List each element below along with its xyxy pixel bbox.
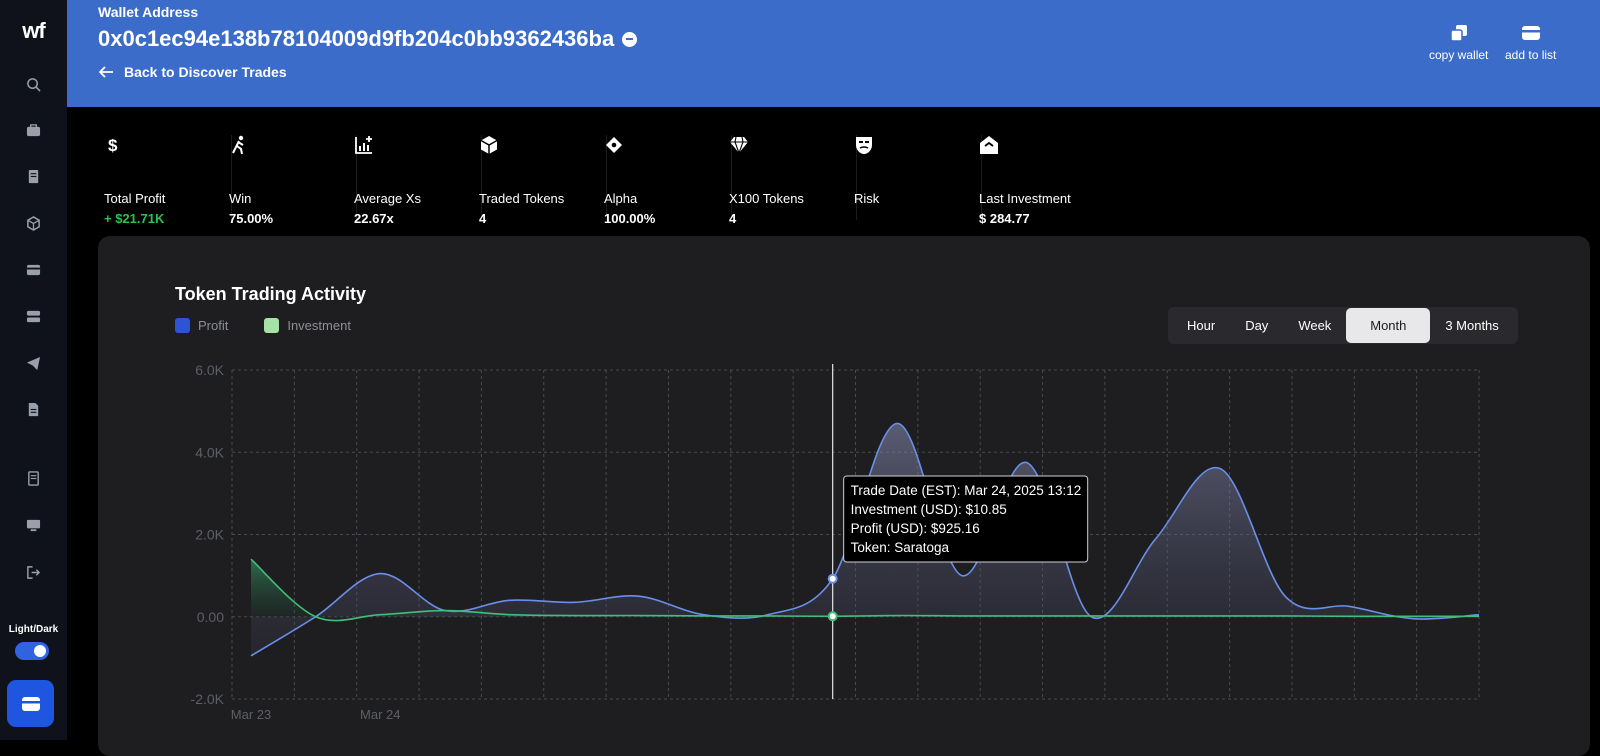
stat-risk: Risk [854,135,982,220]
x-tick-label: Mar 23 [231,707,271,722]
stat-last-investment: Last Investment $ 284.77 [979,135,1107,226]
dollar-icon: $ [104,135,124,155]
wallet-icon [21,696,40,711]
stat-value: 22.67x [354,211,394,226]
stat-label: X100 Tokens [729,191,804,206]
stat-traded-tokens: Traded Tokens 4 [479,135,607,226]
stats-bar: $ Total Profit + $21.71K Win 75.00% Aver… [67,107,1600,232]
back-link-label: Back to Discover Trades [124,64,287,80]
back-link[interactable]: Back to Discover Trades [98,64,287,80]
stat-value: + $21.71K [104,211,165,226]
document-icon[interactable] [22,165,44,187]
theme-toggle[interactable] [15,642,49,660]
cube-icon[interactable] [22,212,44,234]
monitor-icon[interactable] [22,514,44,536]
arrow-left-icon [98,66,113,78]
stat-alpha: Alpha 100.00% [604,135,732,226]
stat-average-xs: Average Xs 22.67x [354,135,482,226]
theme-toggle-label: Light/Dark [8,624,59,635]
minus-circle-icon[interactable] [622,31,638,47]
chart-panel: Token Trading Activity Profit Investment… [98,236,1590,756]
y-tick-label: 2.0K [195,527,224,543]
stat-total-profit: $ Total Profit + $21.71K [104,135,232,226]
copy-wallet-label: copy wallet [1429,48,1489,62]
svg-text:$: $ [108,136,118,155]
stat-value: 100.00% [604,211,656,226]
telegram-icon[interactable] [22,352,44,374]
diamond-dot-icon [604,135,624,155]
stat-label: Total Profit [104,191,166,206]
wallet-button[interactable] [7,680,54,727]
stat-value: $ 284.77 [979,211,1030,226]
chart-plus-icon [354,135,374,155]
wallet-icon [1521,26,1540,40]
stat-label: Last Investment [979,191,1071,206]
stat-label: Win [229,191,252,206]
wallet-address: 0x0c1ec94e138b78104009d9fb204c0bb9362436… [98,26,638,52]
wallet-address-text[interactable]: 0x0c1ec94e138b78104009d9fb204c0bb9362436… [98,26,614,52]
mask-icon [854,135,874,155]
wallet-icon[interactable] [22,258,44,280]
stat-x100-tokens: X100 Tokens 4 [729,135,857,226]
briefcase-icon[interactable] [22,119,44,141]
stat-label: Average Xs [354,191,421,206]
runner-icon [229,135,249,155]
server-icon[interactable] [22,305,44,327]
add-to-list-label: add to list [1505,48,1557,62]
tooltip-line: Investment (USD): $10.85 [851,502,1007,517]
stat-value: 4 [479,211,487,226]
cube-icon [479,135,499,155]
house-icon [979,135,999,155]
stat-label: Traded Tokens [479,191,565,206]
gem-icon [729,135,749,155]
y-tick-label: 6.0K [195,362,224,378]
y-tick-label: 4.0K [195,444,224,460]
search-icon[interactable] [22,73,44,95]
sidebar: wf Light/Dark [0,0,67,740]
hover-point-profit [827,573,838,584]
file-icon[interactable] [22,398,44,420]
app-logo[interactable]: wf [0,18,67,44]
tooltip-line: Token: Saratoga [851,540,950,555]
stat-value: 75.00% [229,211,274,226]
tooltip-line: Profit (USD): $925.16 [851,521,980,536]
copy-wallet-button[interactable]: copy wallet [1429,24,1488,62]
trading-activity-chart[interactable]: 6.0K 4.0K 2.0K 0.00 -2.0K Mar 23 Mar 24 Trade D… [98,236,1590,740]
toggle-knob [34,645,46,657]
stat-label: Alpha [604,191,638,206]
copy-icon [1449,25,1467,42]
hover-point-investment [827,611,838,622]
x-tick-label: Mar 24 [360,707,400,722]
logout-icon[interactable] [22,561,44,583]
tooltip-line: Trade Date (EST): Mar 24, 2025 13:12 [851,483,1082,498]
wallet-address-label: Wallet Address [98,4,199,20]
stat-value: 4 [729,211,737,226]
add-to-list-button[interactable]: add to list [1505,24,1556,62]
wallet-header: Wallet Address 0x0c1ec94e138b78104009d9f… [67,0,1600,107]
stat-label: Risk [854,191,880,206]
y-tick-label: -2.0K [191,691,225,707]
y-tick-label: 0.00 [197,609,224,625]
receipt-icon[interactable] [22,467,44,489]
stat-win: Win 75.00% [229,135,357,226]
